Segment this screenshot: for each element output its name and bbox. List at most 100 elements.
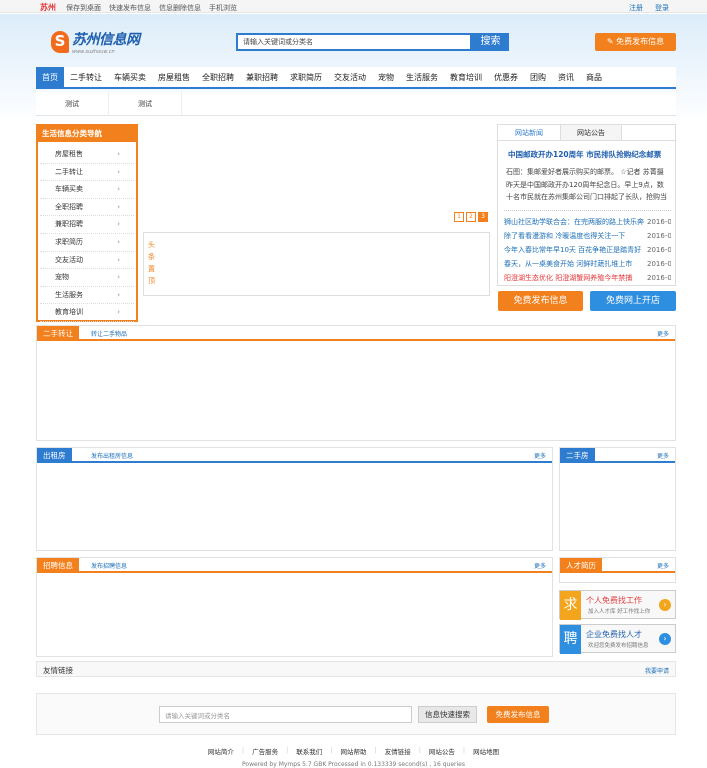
register-link[interactable]: 注册 xyxy=(629,3,643,13)
pager-2[interactable]: 2 xyxy=(466,212,476,222)
chevron-right-icon: › xyxy=(117,290,120,299)
chevron-right-icon: › xyxy=(117,273,120,282)
nav-goods[interactable]: 商品 xyxy=(580,67,608,87)
delete-info-link[interactable]: 信息删除信息 xyxy=(159,3,201,13)
footer-friendlinks[interactable]: 友情链接 xyxy=(385,746,411,756)
find-talent-promo[interactable]: 聘 企业免费找人才 欢迎您免费发布招聘信息 › xyxy=(559,624,676,654)
more-link[interactable]: 更多 xyxy=(534,451,546,460)
category-label: 教育培训 xyxy=(55,308,83,317)
headline-label: 头条置顶 xyxy=(148,241,155,285)
more-link[interactable]: 更多 xyxy=(657,329,669,338)
nav-dating[interactable]: 交友活动 xyxy=(328,67,372,87)
nav-housing[interactable]: 房屋租售 xyxy=(152,67,196,87)
bottom-search: 请输入关键词或分类名 信息快速搜索 免费发布信息 xyxy=(36,693,676,735)
nav-education[interactable]: 教育培训 xyxy=(444,67,488,87)
save-desktop-link[interactable]: 保存到桌面 xyxy=(66,3,101,13)
tab-announcements[interactable]: 网站公告 xyxy=(560,125,622,140)
rent-section: 出租房 发布出租房信息 更多 xyxy=(36,447,553,551)
friend-links: 友情链接 我要申请 xyxy=(36,661,676,677)
category-item[interactable]: 车辆买卖 › xyxy=(40,181,134,199)
jobs-section: 招聘信息 发布招聘信息 更多 xyxy=(36,557,553,657)
footer-announcements[interactable]: 网站公告 xyxy=(429,746,455,756)
find-job-promo[interactable]: 求 个人免费找工作 加入人才库 好工作找上你 › xyxy=(559,590,676,620)
category-label: 求职简历 xyxy=(55,237,83,246)
category-item[interactable]: 宠物 › xyxy=(40,269,134,287)
publish-label: 免费发布信息 xyxy=(616,37,665,46)
news-item[interactable]: 阳澄湖生态优化 阳澄湖蟹网养殖今年禁捕 2016-0 xyxy=(504,271,671,285)
logo-mark-icon: S xyxy=(51,31,69,53)
promo-title: 企业免费找人才 xyxy=(586,630,642,639)
news-summary: 石图：集邮爱好者展示购买的邮票。 ☆记者 苏菁摄 昨天是中国邮政开办120周年纪… xyxy=(506,168,667,201)
section-sub-link[interactable]: 发布招聘信息 xyxy=(91,561,127,570)
category-item[interactable]: 全职招聘 › xyxy=(40,199,134,217)
apply-link[interactable]: 我要申请 xyxy=(645,666,669,675)
city-name[interactable]: 苏州 xyxy=(40,2,56,13)
nav-resume[interactable]: 求职简历 xyxy=(284,67,328,87)
nav-news[interactable]: 资讯 xyxy=(552,67,580,87)
section-sub-link[interactable]: 发布出租房信息 xyxy=(91,451,133,460)
footer-about[interactable]: 网站简介 xyxy=(208,746,234,756)
chevron-right-icon: › xyxy=(117,255,120,264)
free-shop-button[interactable]: 免费网上开店 xyxy=(590,291,676,311)
nav-services[interactable]: 生活服务 xyxy=(400,67,444,87)
pager-3[interactable]: 3 xyxy=(478,212,488,222)
search-button[interactable]: 搜索 xyxy=(472,33,509,51)
category-item[interactable]: 生活服务 › xyxy=(40,287,134,305)
more-link[interactable]: 更多 xyxy=(657,561,669,570)
main-nav: 首页 二手转让 车辆买卖 房屋租售 全职招聘 兼职招聘 求职简历 交友活动 宠物… xyxy=(36,67,676,89)
news-item[interactable]: 除了看看漫游和 冷暖温度也得关注一下 2016-0 xyxy=(504,229,671,243)
category-item[interactable]: 教育培训 › xyxy=(40,304,134,322)
nav-pets[interactable]: 宠物 xyxy=(372,67,400,87)
category-label: 生活服务 xyxy=(55,290,83,299)
free-publish-button[interactable]: 免费发布信息 xyxy=(498,291,583,311)
section-sub-link[interactable]: 转让二手物品 xyxy=(91,329,127,338)
nav-home[interactable]: 首页 xyxy=(36,67,64,87)
arrow-right-icon: › xyxy=(659,633,671,645)
category-label: 宠物 xyxy=(55,273,69,282)
publish-button[interactable]: ✎ 免费发布信息 xyxy=(595,33,676,51)
news-item[interactable]: 今年入春比常年早10天 百花争艳正是踏青好 2016-0 xyxy=(504,243,671,257)
category-label: 兼职招聘 xyxy=(55,220,83,229)
news-headline[interactable]: 中国邮政开办120周年 市民排队抢购纪念邮票 xyxy=(508,149,675,160)
more-link[interactable]: 更多 xyxy=(657,451,669,460)
news-item[interactable]: 春天，从一桌美食开始 河鲜时蔬扎堆上市 2016-0 xyxy=(504,257,671,271)
footer-help[interactable]: 网站帮助 xyxy=(341,746,367,756)
category-item[interactable]: 二手转让 › xyxy=(40,164,134,182)
pager-1[interactable]: 1 xyxy=(454,212,464,222)
footer-sitemap[interactable]: 网站地图 xyxy=(473,746,499,756)
search-input[interactable]: 请输入关键词或分类名 xyxy=(236,33,472,51)
category-item[interactable]: 求职简历 › xyxy=(40,234,134,252)
footer-ads[interactable]: 广告服务 xyxy=(252,746,278,756)
subnav-item[interactable]: 测试 xyxy=(109,92,182,115)
chevron-right-icon: › xyxy=(117,308,120,317)
nav-groupbuy[interactable]: 团购 xyxy=(524,67,552,87)
news-item-title: 狮山社区助学联合会：在完两服的路上快乐奔走 xyxy=(504,218,644,226)
section-title: 出租房 xyxy=(37,448,72,463)
hire-icon: 聘 xyxy=(560,625,581,654)
chevron-right-icon: › xyxy=(117,150,120,158)
news-item[interactable]: 狮山社区助学联合会：在完两服的路上快乐奔走 2016-0 xyxy=(504,215,671,229)
chevron-right-icon: › xyxy=(117,220,120,229)
footer-contact[interactable]: 联系我们 xyxy=(296,746,322,756)
tab-site-news[interactable]: 网站新闻 xyxy=(498,125,560,140)
category-label: 交友活动 xyxy=(55,255,83,264)
quick-post-link[interactable]: 快速发布信息 xyxy=(109,3,151,13)
site-logo[interactable]: S 苏州信息网 www.suzhouw.cn xyxy=(51,29,140,55)
section-title: 人才简历 xyxy=(560,558,602,573)
more-link[interactable]: 更多 xyxy=(534,561,546,570)
bottom-publish-button[interactable]: 免费发布信息 xyxy=(487,706,549,723)
nav-parttime[interactable]: 兼职招聘 xyxy=(240,67,284,87)
subnav-item[interactable]: 测试 xyxy=(36,92,109,115)
bottom-search-input[interactable]: 请输入关键词或分类名 xyxy=(159,706,412,723)
nav-cars[interactable]: 车辆买卖 xyxy=(108,67,152,87)
promo-sub: 欢迎您免费发布招聘信息 xyxy=(588,643,649,649)
nav-fulltime[interactable]: 全职招聘 xyxy=(196,67,240,87)
category-item[interactable]: 兼职招聘 › xyxy=(40,216,134,234)
nav-coupons[interactable]: 优惠券 xyxy=(488,67,524,87)
nav-secondhand[interactable]: 二手转让 xyxy=(64,67,108,87)
category-item[interactable]: 房屋租售 › xyxy=(40,146,134,164)
login-link[interactable]: 登录 xyxy=(655,3,669,13)
mobile-link[interactable]: 手机浏览 xyxy=(209,3,237,13)
category-item[interactable]: 交友活动 › xyxy=(40,252,134,270)
bottom-search-button[interactable]: 信息快速搜索 xyxy=(418,706,477,723)
